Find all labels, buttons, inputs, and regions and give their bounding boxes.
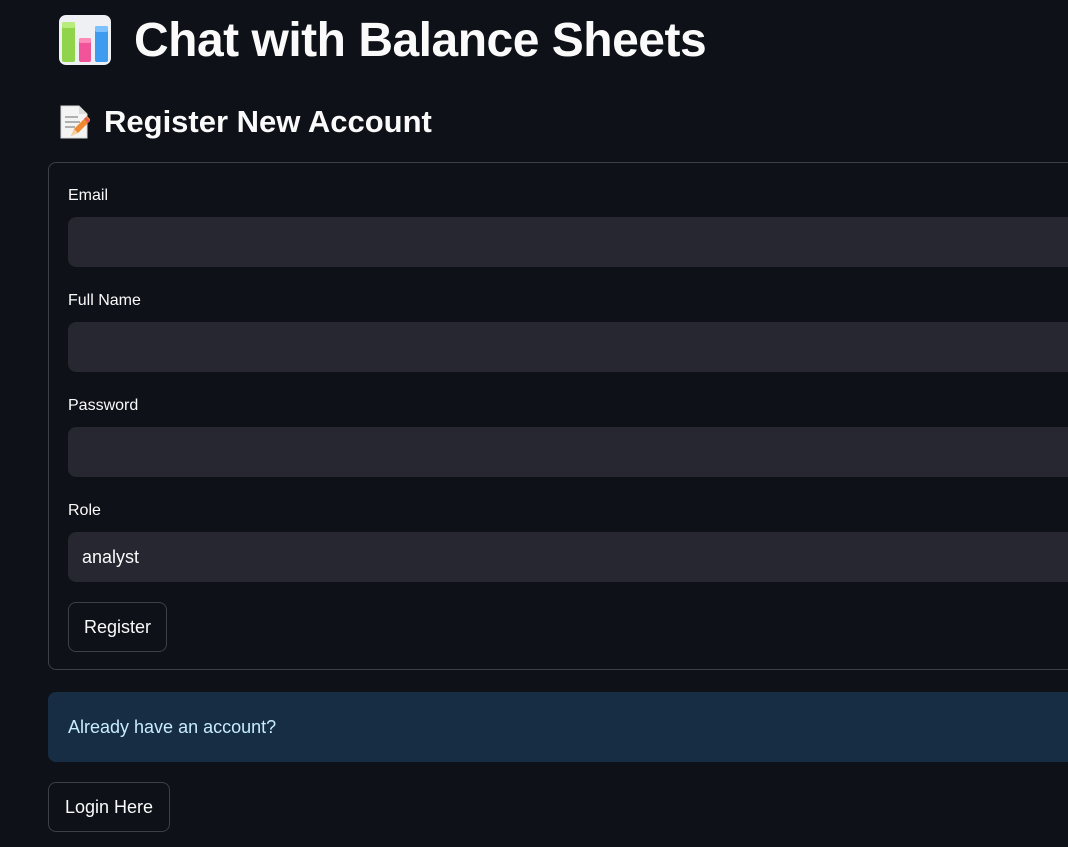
email-field[interactable] (68, 217, 1068, 267)
memo-icon (60, 105, 90, 139)
full-name-label: Full Name (68, 292, 141, 309)
full-name-field[interactable] (68, 322, 1068, 372)
register-form: Email Full Name Password Role analyst Re… (48, 162, 1068, 670)
login-info-text: Already have an account? (68, 716, 277, 737)
bar-chart-icon (59, 15, 111, 65)
register-button[interactable]: Register (68, 602, 167, 652)
section-heading: Register New Account (104, 104, 432, 139)
role-select[interactable]: analyst (68, 532, 1068, 582)
app-page: Chat with Balance Sheets Register New Ac… (0, 0, 1068, 847)
login-here-button[interactable]: Login Here (48, 782, 170, 832)
page-title-row: Chat with Balance Sheets (58, 12, 707, 68)
role-select-value: analyst (82, 546, 140, 567)
login-info-alert: Already have an account? (48, 692, 1068, 762)
password-field[interactable] (68, 427, 1068, 477)
password-label: Password (68, 397, 139, 414)
page-title: Chat with Balance Sheets (134, 13, 707, 67)
section-heading-row: Register New Account (58, 102, 432, 142)
role-label: Role (68, 502, 101, 519)
email-label: Email (68, 187, 109, 204)
